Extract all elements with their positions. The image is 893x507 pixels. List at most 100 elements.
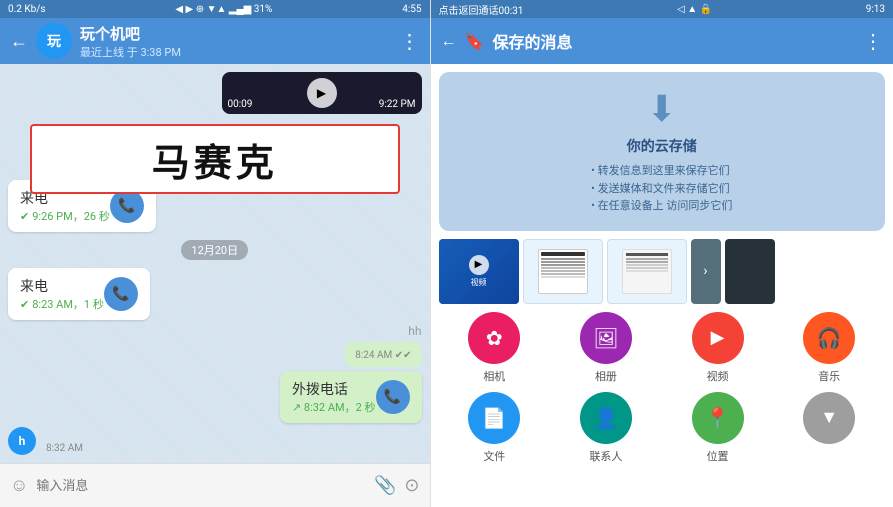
chat-name: 玩个机吧 bbox=[80, 23, 392, 44]
msg-call-outgoing: 外拨电话 ↗ 8:32 AM，2 秒 📞 bbox=[280, 371, 422, 423]
video-time: 9:22 PM bbox=[379, 99, 416, 110]
msg-out-bubble: 8:24 AM ✔✔ bbox=[345, 342, 421, 367]
message-input[interactable] bbox=[36, 471, 366, 501]
action-location[interactable]: 📍 位置 bbox=[666, 392, 770, 464]
call-phone-button-1[interactable]: 📞 bbox=[110, 189, 144, 223]
location-icon: 📍 bbox=[705, 406, 730, 430]
location-label: 位置 bbox=[707, 448, 729, 464]
call-phone-button-2[interactable]: 📞 bbox=[104, 277, 138, 311]
chat-status: 最近上线 于 3:38 PM bbox=[80, 44, 392, 60]
call-meta-2: ✔ 8:23 AM，1 秒 bbox=[20, 296, 104, 312]
status-time-right: 9:13 bbox=[866, 4, 885, 15]
cloud-desc-line-2: • 发送媒体和文件来存储它们 bbox=[591, 180, 732, 198]
camera-circle[interactable]: ✿ bbox=[468, 312, 520, 364]
camera-icon[interactable]: ⊙ bbox=[404, 475, 419, 496]
status-bar-left: 0.2 Kb/s ◀ ▶ ⊕ ▼▲ ▂▄▆ 31% 4:55 bbox=[0, 0, 430, 18]
location-circle[interactable]: 📍 bbox=[692, 392, 744, 444]
header-right: ← 🔖 保存的消息 ⋮ bbox=[431, 18, 893, 64]
status-icons-right: ◁ ▲ 🔒 bbox=[677, 4, 712, 15]
mosaic-overlay: 马赛克 bbox=[30, 124, 400, 194]
status-speed: 0.2 Kb/s bbox=[8, 4, 46, 15]
chat-area: ▶ 00:09 9:22 PM 马赛克 00:07 8:22 PM 来电 ✔ 9… bbox=[0, 64, 430, 463]
music-icon: 🎧 bbox=[817, 326, 842, 350]
status-call-return: 点击返回通话00:31 bbox=[439, 2, 524, 17]
attach-icon[interactable]: 📎 bbox=[374, 475, 396, 496]
more-circle[interactable]: ▼ bbox=[803, 392, 855, 444]
call-meta-1: ✔ 9:26 PM，26 秒 bbox=[20, 208, 110, 224]
play-button[interactable]: ▶ bbox=[307, 78, 337, 108]
file-icon: 📄 bbox=[482, 406, 507, 430]
media-thumb-doc-1[interactable] bbox=[523, 239, 603, 304]
msg-row-time: h 8:32 AM bbox=[8, 427, 87, 455]
gallery-circle[interactable]: 🖼 bbox=[580, 312, 632, 364]
msg-video: ▶ 00:09 9:22 PM bbox=[222, 72, 422, 114]
action-grid-row1: ✿ 相机 🖼 相册 ▶ 视频 🎧 音乐 bbox=[431, 304, 893, 392]
msg-time-label: 8:32 AM bbox=[42, 442, 87, 455]
call-phone-button-out[interactable]: 📞 bbox=[376, 380, 410, 414]
cloud-title: 你的云存储 bbox=[627, 136, 697, 156]
msg-avatar-small: h bbox=[8, 427, 36, 455]
gallery-icon: 🖼 bbox=[593, 326, 618, 350]
mosaic-text: 马赛克 bbox=[152, 132, 278, 187]
avatar-label: 玩 bbox=[47, 31, 61, 51]
more-icon: ▼ bbox=[820, 407, 838, 428]
video-icon: ▶ bbox=[711, 327, 725, 348]
contact-label: 联系人 bbox=[589, 448, 622, 464]
music-label: 音乐 bbox=[818, 368, 840, 384]
cloud-download-icon: ⬇ bbox=[647, 88, 677, 130]
gallery-label: 相册 bbox=[595, 368, 617, 384]
status-time-left: 4:55 bbox=[402, 4, 421, 15]
left-panel: 0.2 Kb/s ◀ ▶ ⊕ ▼▲ ▂▄▆ 31% 4:55 ← 玩 玩个机吧 … bbox=[0, 0, 430, 507]
call-title-2: 来电 bbox=[20, 276, 104, 296]
bookmark-icon: 🔖 bbox=[465, 32, 485, 51]
cloud-desc-line-3: • 在任意设备上 访问同步它们 bbox=[591, 197, 732, 215]
video-label: 视频 bbox=[707, 368, 729, 384]
contact-circle[interactable]: 👤 bbox=[580, 392, 632, 444]
video-duration: 00:09 bbox=[228, 99, 253, 110]
media-thumbnails: ▶ 视频 bbox=[431, 239, 893, 304]
call-info-2: 来电 ✔ 8:23 AM，1 秒 bbox=[20, 276, 104, 312]
header-more-right[interactable]: ⋮ bbox=[863, 29, 883, 53]
cloud-description: • 转发信息到这里来保存它们 • 发送媒体和文件来存储它们 • 在任意设备上 访… bbox=[591, 162, 732, 215]
camera-label: 相机 bbox=[483, 368, 505, 384]
call-info-out: 外拨电话 ↗ 8:32 AM，2 秒 bbox=[292, 379, 376, 415]
action-video[interactable]: ▶ 视频 bbox=[666, 312, 770, 384]
music-circle[interactable]: 🎧 bbox=[803, 312, 855, 364]
back-button-left[interactable]: ← bbox=[10, 31, 28, 52]
msg-call-incoming-2: 来电 ✔ 8:23 AM，1 秒 📞 bbox=[8, 268, 150, 320]
input-bar: ☺ 📎 ⊙ bbox=[0, 463, 430, 507]
video-circle[interactable]: ▶ bbox=[692, 312, 744, 364]
file-label: 文件 bbox=[483, 448, 505, 464]
msg-out-time: 8:24 AM ✔✔ bbox=[355, 350, 411, 361]
status-icons-left: ◀ ▶ ⊕ ▼▲ ▂▄▆ 31% bbox=[175, 4, 272, 15]
header-avatar-left: 玩 bbox=[36, 23, 72, 59]
action-grid-row2: 📄 文件 👤 联系人 📍 位置 ▼ bbox=[431, 392, 893, 472]
date-separator: 12月20日 bbox=[181, 240, 248, 260]
file-circle[interactable]: 📄 bbox=[468, 392, 520, 444]
action-contact[interactable]: 👤 联系人 bbox=[554, 392, 658, 464]
right-panel: 点击返回通话00:31 ◁ ▲ 🔒 9:13 ← 🔖 保存的消息 ⋮ ⬇ 你的云… bbox=[431, 0, 893, 507]
media-thumb-video[interactable]: ▶ 视频 bbox=[439, 239, 519, 304]
back-button-right[interactable]: ← bbox=[441, 31, 457, 51]
header-info-left: 玩个机吧 最近上线 于 3:38 PM bbox=[80, 23, 392, 60]
action-more[interactable]: ▼ bbox=[777, 392, 881, 464]
camera-icon-inner: ✿ bbox=[486, 326, 503, 350]
media-thumb-dark[interactable] bbox=[725, 239, 775, 304]
media-thumb-doc-2[interactable] bbox=[607, 239, 687, 304]
media-next-button[interactable]: › bbox=[691, 239, 721, 304]
msg-out-label: hh bbox=[408, 324, 421, 338]
action-gallery[interactable]: 🖼 相册 bbox=[554, 312, 658, 384]
call-meta-out: ↗ 8:32 AM，2 秒 bbox=[292, 399, 376, 415]
call-title-out: 外拨电话 bbox=[292, 379, 376, 399]
header-more-left[interactable]: ⋮ bbox=[400, 29, 420, 53]
saved-messages-title: 保存的消息 bbox=[492, 29, 855, 53]
cloud-desc-line-1: • 转发信息到这里来保存它们 bbox=[591, 162, 732, 180]
action-camera[interactable]: ✿ 相机 bbox=[443, 312, 547, 384]
status-bar-right: 点击返回通话00:31 ◁ ▲ 🔒 9:13 bbox=[431, 0, 893, 18]
contact-icon: 👤 bbox=[593, 406, 618, 430]
action-music[interactable]: 🎧 音乐 bbox=[777, 312, 881, 384]
action-file[interactable]: 📄 文件 bbox=[443, 392, 547, 464]
cloud-storage-card: ⬇ 你的云存储 • 转发信息到这里来保存它们 • 发送媒体和文件来存储它们 • … bbox=[439, 72, 885, 231]
emoji-icon[interactable]: ☺ bbox=[10, 475, 28, 496]
header-left: ← 玩 玩个机吧 最近上线 于 3:38 PM ⋮ bbox=[0, 18, 430, 64]
